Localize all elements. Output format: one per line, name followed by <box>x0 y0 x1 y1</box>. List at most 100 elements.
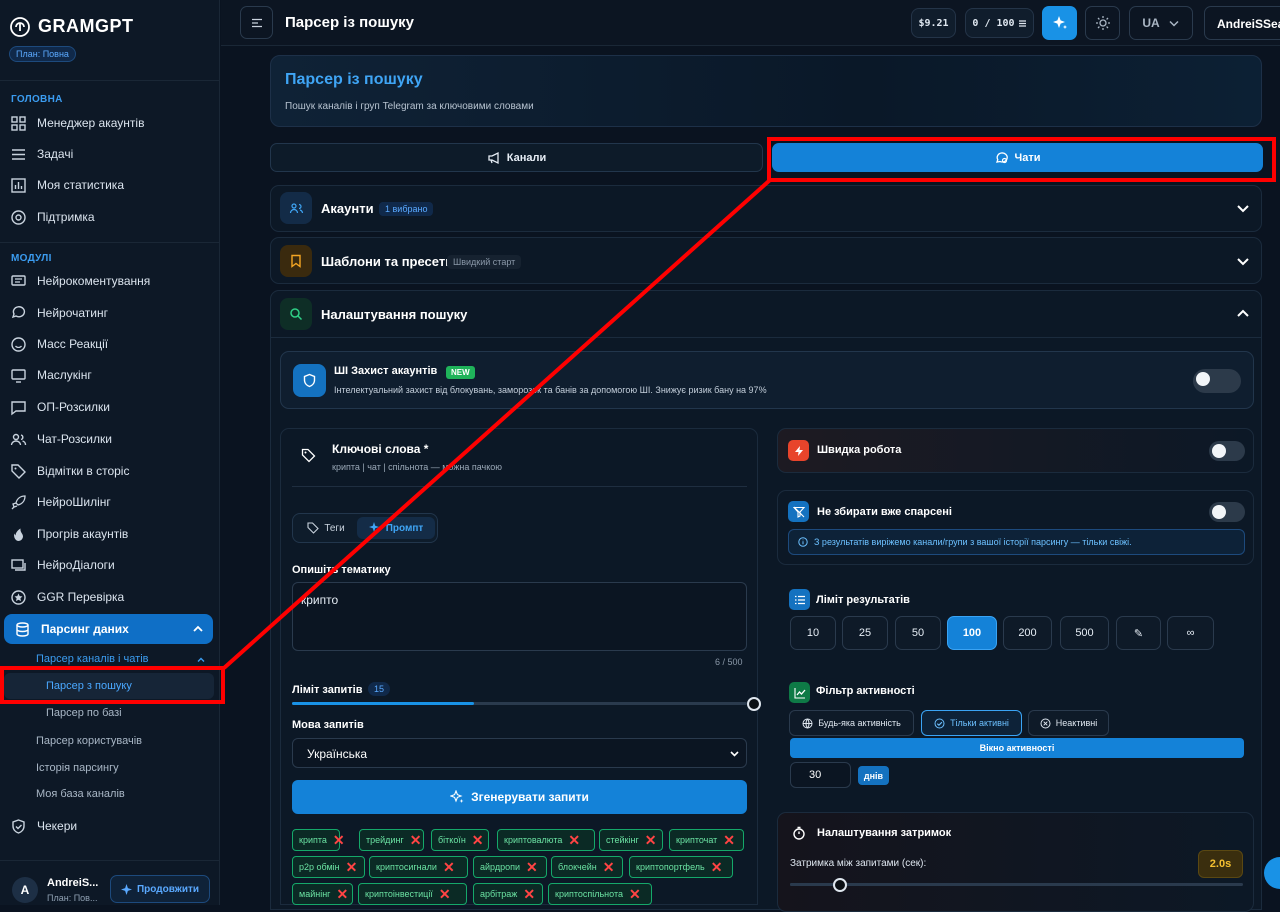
results-limit-option[interactable]: 50 <box>895 616 941 650</box>
sidebar-item-neuroshilling[interactable]: НейроШилінг <box>10 489 210 515</box>
keyword-tag[interactable]: p2p обмін ✕ <box>292 856 365 878</box>
tag-icon <box>307 522 320 534</box>
results-limit-option[interactable]: ∞ <box>1167 616 1214 650</box>
sidebar-item-mass-reactions[interactable]: Масс Реакції <box>10 331 210 357</box>
sidebar-item-masslooking[interactable]: Маслукінг <box>10 362 210 388</box>
sidebar-item-story-tags[interactable]: Відмітки в сторіс <box>10 458 210 484</box>
sidebar-item-neurocommenting[interactable]: Нейрокоментування <box>10 268 210 294</box>
remove-tag-icon[interactable]: ✕ <box>523 887 535 901</box>
sidebar-item-ggr-check[interactable]: GGR Перевірка <box>10 584 210 610</box>
results-limit-option[interactable]: 25 <box>842 616 888 650</box>
sidebar-item-parsing-history[interactable]: Історія парсингу <box>36 762 119 774</box>
remove-tag-icon[interactable]: ✕ <box>439 887 451 901</box>
sidebar-subgroup-channel-chat-parser[interactable]: Парсер каналів і чатів <box>36 653 149 665</box>
sidebar-item-my-channel-base[interactable]: Моя база каналів <box>36 788 125 800</box>
remove-tag-icon[interactable]: ✕ <box>711 860 723 874</box>
sidebar-item-account-warmup[interactable]: Прогрів акаунтів <box>10 521 210 547</box>
keyword-tag[interactable]: криптосигнали ✕ <box>369 856 468 878</box>
activity-days-input[interactable]: 30 <box>790 762 851 788</box>
sidebar-item-base-parser[interactable]: Парсер по базі <box>46 707 122 719</box>
avatar[interactable]: A <box>12 877 38 903</box>
tag-icon <box>11 463 26 479</box>
keyword-tag[interactable]: криптовалюта ✕ <box>497 829 595 851</box>
sidebar-item-neurodialogs[interactable]: НейроДіалоги <box>10 552 210 578</box>
keyword-tag[interactable]: крипта ✕ <box>292 829 345 851</box>
accordion-title[interactable]: Налаштування пошуку <box>321 307 467 322</box>
remove-tag-icon[interactable]: ✕ <box>645 833 657 847</box>
logo[interactable]: GRAMGPT <box>10 16 134 37</box>
results-limit-option[interactable]: ✎ <box>1116 616 1161 650</box>
keyword-tag[interactable]: біткоїн ✕ <box>431 829 489 851</box>
keyword-tag[interactable]: криптоінвестиції ✕ <box>358 883 467 905</box>
sidebar-item-chat-mailing[interactable]: Чат-Розсилки <box>10 426 210 452</box>
remove-tag-icon[interactable]: ✕ <box>410 833 422 847</box>
generate-queries-button[interactable]: Згенерувати запити <box>292 780 747 814</box>
remove-tag-icon[interactable]: ✕ <box>568 833 580 847</box>
sidebar-item-label: Прогрів акаунтів <box>37 527 129 541</box>
results-limit-option[interactable]: 100 <box>947 616 997 650</box>
keyword-tag[interactable]: криптоспільнота ✕ <box>548 883 652 905</box>
chevron-up-icon[interactable] <box>1235 306 1251 322</box>
remove-tag-icon[interactable]: ✕ <box>336 887 348 901</box>
mode-tags-button[interactable]: Теги <box>297 517 355 539</box>
keyword-tag[interactable]: арбітраж ✕ <box>473 883 543 905</box>
accordion-accounts[interactable]: Акаунти 1 вибрано <box>270 185 1262 232</box>
remove-tag-icon[interactable]: ✕ <box>526 860 538 874</box>
sidebar-item-data-parsing[interactable]: Парсинг даних <box>4 614 213 644</box>
sidebar-item-statistics[interactable]: Моя статистика <box>10 172 210 198</box>
remove-tag-icon[interactable]: ✕ <box>603 860 615 874</box>
help-fab-button[interactable] <box>1264 857 1280 889</box>
ai-protection-toggle[interactable] <box>1193 369 1241 393</box>
ai-assistant-button[interactable] <box>1042 6 1077 40</box>
tab-channels[interactable]: Канали <box>270 143 763 172</box>
query-language-select[interactable]: Українська <box>292 738 747 768</box>
results-limit-option[interactable]: 10 <box>790 616 836 650</box>
topic-textarea[interactable]: крипто <box>292 582 747 651</box>
tab-label: Канали <box>506 151 547 164</box>
keyword-tag[interactable]: майнінг ✕ <box>292 883 353 905</box>
results-limit-option[interactable]: 200 <box>1003 616 1052 650</box>
mode-prompt-button[interactable]: Промпт <box>357 517 435 539</box>
sidebar-item-checkers[interactable]: Чекери <box>10 813 210 839</box>
remove-tag-icon[interactable]: ✕ <box>346 860 358 874</box>
remove-tag-icon[interactable]: ✕ <box>629 887 641 901</box>
delay-slider-handle[interactable] <box>832 878 847 892</box>
sidebar-item-accounts-manager[interactable]: Менеджер акаунтів <box>10 110 210 136</box>
topic-label: Опишіть тематику <box>292 564 391 576</box>
delay-slider[interactable] <box>790 883 1243 886</box>
keyword-tag[interactable]: трейдинг ✕ <box>359 829 424 851</box>
language-select[interactable]: UA <box>1129 6 1193 40</box>
results-limit-title: Ліміт результатів <box>816 594 910 606</box>
extend-button[interactable]: Продовжити <box>110 875 210 903</box>
balance-chip[interactable]: $9.21 <box>911 8 956 38</box>
user-menu-button[interactable]: AndreiSSea <box>1204 6 1280 40</box>
activity-active-button[interactable]: Тільки активні <box>921 710 1022 736</box>
keyword-tag[interactable]: крипточат ✕ <box>669 829 744 851</box>
remove-tag-icon[interactable]: ✕ <box>443 860 455 874</box>
query-limit-slider-handle[interactable] <box>747 697 761 711</box>
remove-tag-icon[interactable]: ✕ <box>472 833 484 847</box>
fast-work-toggle[interactable] <box>1209 441 1245 461</box>
sidebar-item-neurochatting[interactable]: Нейрочатинг <box>10 300 210 326</box>
menu-toggle-button[interactable] <box>240 6 273 39</box>
activity-inactive-button[interactable]: Неактивні <box>1028 710 1109 736</box>
sidebar-item-user-parser[interactable]: Парсер користувачів <box>36 735 142 747</box>
activity-any-button[interactable]: Будь-яка активність <box>789 710 914 736</box>
sidebar-item-label: Нейрочатинг <box>37 306 108 320</box>
sidebar-item-tasks[interactable]: Задачі <box>10 141 210 167</box>
remove-tag-icon[interactable]: ✕ <box>723 833 735 847</box>
results-limit-option[interactable]: 500 <box>1060 616 1109 650</box>
accordion-templates[interactable]: Шаблони та пресети Швидкий старт <box>270 237 1262 284</box>
sidebar-item-op-mailing[interactable]: ОП-Розсилки <box>10 394 210 420</box>
keyword-tag[interactable]: стейкінг ✕ <box>599 829 663 851</box>
bolt-icon-box <box>788 440 809 461</box>
keyword-tag[interactable]: блокчейн ✕ <box>551 856 623 878</box>
keyword-tag[interactable]: криптопортфель ✕ <box>629 856 733 878</box>
theme-toggle-button[interactable] <box>1085 6 1120 40</box>
keyword-tag[interactable]: айрдропи ✕ <box>473 856 547 878</box>
quota-chip[interactable]: 0 / 100 <box>965 8 1034 38</box>
skip-parsed-toggle[interactable] <box>1209 502 1245 522</box>
remove-tag-icon[interactable]: ✕ <box>333 833 345 847</box>
sidebar-item-support[interactable]: Підтримка <box>10 204 210 230</box>
highlight-box-chats-tab <box>767 137 1276 182</box>
